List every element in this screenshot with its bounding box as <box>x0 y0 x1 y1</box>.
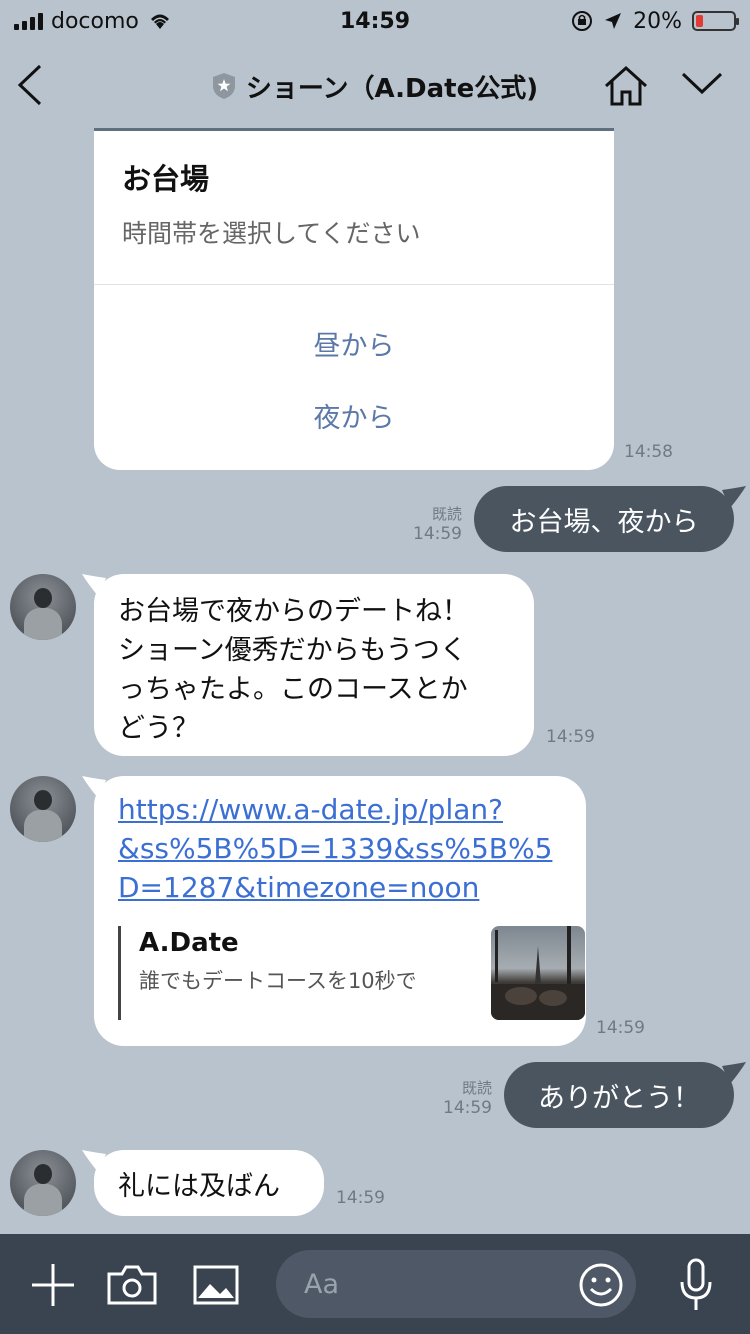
message-line: ショーン優秀だからもうつく <box>118 635 467 666</box>
preview-title: A.Date <box>139 928 239 958</box>
avatar[interactable] <box>10 1150 76 1216</box>
menu-subtitle: 時間帯を選択してください <box>122 219 421 248</box>
outgoing-message[interactable]: ありがとう！ <box>504 1062 734 1128</box>
plus-icon[interactable] <box>30 1262 76 1308</box>
camera-icon[interactable] <box>106 1264 158 1306</box>
link-text[interactable]: https://www.a-date.jp/plan? &ss%5B%5D=13… <box>118 790 552 907</box>
preview-thumbnail <box>491 926 585 1020</box>
option-night-button[interactable]: 夜から <box>94 396 614 435</box>
official-badge-icon <box>212 73 235 99</box>
location-icon <box>605 13 622 29</box>
back-icon[interactable] <box>14 62 46 108</box>
divider <box>94 284 614 285</box>
message-time: 14:59 <box>546 727 595 747</box>
message-time: 14:59 <box>336 1188 385 1208</box>
home-icon[interactable] <box>602 64 650 108</box>
message-line: お台場で夜からのデートね！ <box>118 596 469 627</box>
rich-menu-card: お台場 時間帯を選択してください 昼から 夜から <box>94 128 614 470</box>
message-text: ありがとう！ <box>538 1082 700 1114</box>
battery-icon <box>692 11 739 31</box>
chat-title-text: ショーン（A.Date公式) <box>245 73 539 104</box>
read-label: 既読 <box>431 505 462 523</box>
microphone-icon[interactable] <box>678 1258 714 1312</box>
avatar[interactable] <box>10 776 76 842</box>
message-time: 14:59 <box>596 1018 645 1038</box>
incoming-message[interactable]: お台場で夜からのデートね！ ショーン優秀だからもうつく っちゃたよ。このコースと… <box>94 574 534 756</box>
chat-title: ショーン（A.Date公式) <box>212 68 538 105</box>
outgoing-message[interactable]: お台場、夜から <box>474 486 734 552</box>
orientation-lock-icon <box>572 11 593 31</box>
option-daytime-button[interactable]: 昼から <box>94 324 614 363</box>
image-icon[interactable] <box>192 1264 240 1306</box>
link-line[interactable]: D=1287&timezone=noon <box>118 868 552 907</box>
tower-image-icon <box>491 926 585 1020</box>
chat-header: ショーン（A.Date公式) <box>0 42 750 130</box>
preview-description: 誰でもデートコースを10秒で <box>139 969 417 993</box>
card-image-edge <box>94 128 614 131</box>
chevron-down-icon[interactable] <box>680 70 724 96</box>
status-bar: docomo 14:59 20% <box>0 0 750 42</box>
avatar[interactable] <box>10 574 76 640</box>
message-line: っちゃたよ。このコースとか <box>118 674 468 705</box>
message-text: お台場、夜から <box>509 506 699 538</box>
message-time: 14:59 <box>443 1098 492 1118</box>
link-preview[interactable]: A.Date 誰でもデートコースを10秒で <box>118 926 585 1020</box>
message-line: どう？ <box>118 713 199 744</box>
message-text: 礼には及ばん <box>118 1170 280 1202</box>
battery-percent: 20% <box>633 8 682 34</box>
message-input-placeholder: Aa <box>304 1268 340 1300</box>
composer-bar: Aa <box>0 1234 750 1334</box>
emoji-icon[interactable] <box>578 1262 624 1308</box>
status-right: 20% <box>571 8 739 34</box>
bubble-tail <box>722 486 746 508</box>
read-label: 既読 <box>461 1079 492 1097</box>
message-time: 14:59 <box>413 524 462 544</box>
incoming-link-message: https://www.a-date.jp/plan? &ss%5B%5D=13… <box>94 776 586 1046</box>
message-time: 14:58 <box>624 442 673 462</box>
read-receipt: 既読 14:59 <box>434 1078 492 1118</box>
link-line[interactable]: &ss%5B%5D=1339&ss%5B%5 <box>118 829 552 868</box>
menu-title: お台場 <box>122 162 210 196</box>
incoming-message[interactable]: 礼には及ばん <box>94 1150 324 1216</box>
bubble-tail <box>722 1062 746 1084</box>
link-line[interactable]: https://www.a-date.jp/plan? <box>118 790 552 829</box>
read-receipt: 既読 14:59 <box>404 504 462 544</box>
